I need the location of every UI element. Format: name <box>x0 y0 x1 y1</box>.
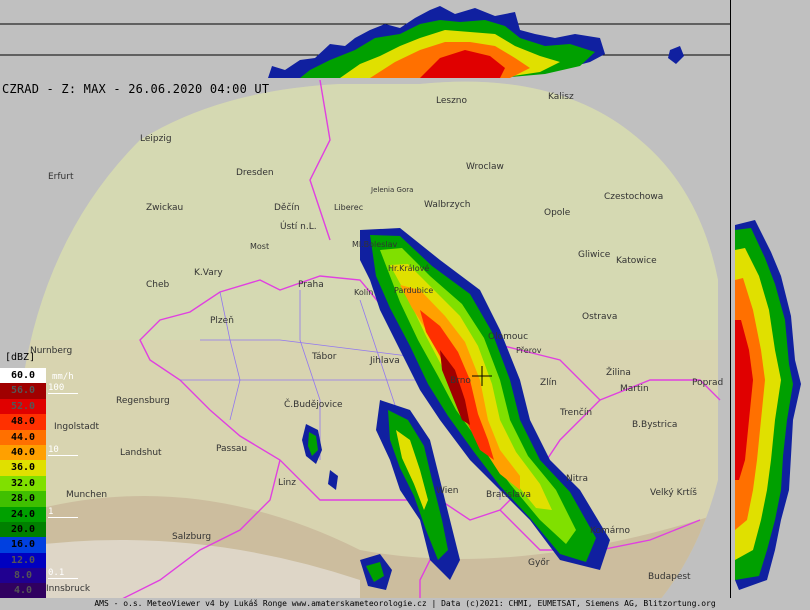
city-label: Praha <box>298 280 324 290</box>
city-label: Jelenia Gora <box>371 186 414 194</box>
legend-row: 16.0 <box>0 537 82 553</box>
legend-rate-label: 100 <box>48 383 78 395</box>
legend-row: 12.0 <box>0 552 82 569</box>
legend-rate-label: 0.1 <box>48 568 78 580</box>
legend-row: 36.0 <box>0 460 82 476</box>
legend-swatch: 16.0 <box>0 537 46 553</box>
city-label: Leipzig <box>140 134 172 144</box>
legend-swatch: 36.0 <box>0 460 46 476</box>
city-label: Zwickau <box>146 203 184 213</box>
city-label: Tábor <box>312 352 337 362</box>
city-label: Kolín <box>354 288 374 297</box>
city-label: Ústí n.L. <box>280 222 317 232</box>
corner-panel <box>730 0 810 81</box>
city-label: Salzburg <box>172 532 212 542</box>
legend-swatch: 8.0 <box>0 568 46 584</box>
legend-swatch: 44.0 <box>0 429 46 445</box>
legend-title: [dBZ] <box>5 352 36 363</box>
legend-row: 4.0 <box>0 583 82 599</box>
legend-swatch: 56.0 <box>0 383 46 399</box>
city-label: Erfurt <box>48 172 74 182</box>
legend-row: 24.0 1 <box>0 506 82 522</box>
city-label: Czestochowa <box>604 192 664 202</box>
city-label: Ml.Boleslav <box>352 240 398 249</box>
city-label: Leszno <box>436 96 468 106</box>
city-label: Martin <box>620 384 649 394</box>
city-label: Nitra <box>566 474 588 484</box>
city-label: Győr <box>528 558 550 568</box>
city-label: Komárno <box>590 526 630 536</box>
city-label: Wroclaw <box>466 162 504 172</box>
city-label: Kalisz <box>548 92 574 102</box>
legend-unit: mm/h <box>52 372 74 382</box>
city-label: Most <box>250 242 270 251</box>
city-label: Zlín <box>540 378 557 388</box>
legend-row: 44.0 <box>0 429 82 445</box>
city-label: K.Vary <box>194 268 223 278</box>
legend-swatch: 52.0 <box>0 398 46 415</box>
city-label: Bratislava <box>486 490 531 500</box>
right-profile-graphic <box>735 220 801 590</box>
city-label: Wien <box>436 486 459 496</box>
legend-swatch: 12.0 <box>0 552 46 569</box>
city-label: Walbrzych <box>424 200 471 210</box>
city-label: Přerov <box>516 346 542 355</box>
legend-rows: 60.0 56.0 100 52.0 48.0 44.0 40.0 10 36.0 32.0 28.… <box>0 368 82 599</box>
city-label: Passau <box>216 444 248 454</box>
city-label: Dresden <box>236 168 274 178</box>
city-label: Poprad <box>692 378 724 388</box>
legend-row: 8.0 0.1 <box>0 568 82 584</box>
legend-row: 52.0 <box>0 398 82 415</box>
city-label: Linz <box>278 478 296 488</box>
top-profile-graphic <box>0 6 730 78</box>
city-label: Děčín <box>274 203 300 213</box>
city-label: Pardubice <box>394 286 434 295</box>
city-label: Cheb <box>146 280 170 290</box>
footer-credits: AMS - o.s. MeteoViewer v4 by Lukáš Ronge… <box>0 598 810 610</box>
city-label: Regensburg <box>116 396 170 406</box>
map-title: CZRAD - Z: MAX - 26.06.2020 04:00 UT <box>2 82 270 96</box>
legend-swatch: 28.0 <box>0 491 46 507</box>
city-label: Gliwice <box>578 250 611 260</box>
city-label: B.Bystrica <box>632 420 678 430</box>
city-label: Liberec <box>334 203 364 212</box>
legend-row: 48.0 <box>0 414 82 430</box>
city-label: Opole <box>544 208 571 218</box>
top-vertical-profile <box>0 0 730 81</box>
city-label: Landshut <box>120 448 162 458</box>
city-label: Budapest <box>648 572 691 582</box>
city-label: Hr.Králové <box>388 264 430 273</box>
legend-row: 32.0 <box>0 475 82 492</box>
legend-swatch: 20.0 <box>0 521 46 538</box>
legend-row: 28.0 <box>0 491 82 507</box>
city-label: Olomouc <box>488 332 529 342</box>
legend-swatch: 24.0 <box>0 506 46 522</box>
city-label: Žilina <box>606 368 631 378</box>
city-label: Č.Budějovice <box>284 400 343 410</box>
legend-row: 20.0 <box>0 521 82 538</box>
legend-row: 56.0 100 <box>0 383 82 399</box>
legend-swatch: 4.0 <box>0 583 46 599</box>
city-label: Plzeň <box>210 316 234 326</box>
legend-rate-label: 10 <box>48 445 78 456</box>
dbz-legend: [dBZ] 60.0 56.0 100 52.0 48.0 44.0 40.0 10 36.0 3… <box>0 352 82 599</box>
legend-swatch: 48.0 <box>0 414 46 430</box>
city-label: Ostrava <box>582 312 618 322</box>
city-label: Velký Krtíš <box>650 488 697 498</box>
city-label: Brno <box>450 376 471 386</box>
radar-map <box>0 80 730 600</box>
legend-row: 40.0 10 <box>0 444 82 461</box>
city-label: Jihlava <box>370 356 400 366</box>
right-vertical-profile <box>730 80 810 600</box>
city-label: Katowice <box>616 256 657 266</box>
city-label: Trenčín <box>560 408 593 418</box>
legend-swatch: 40.0 <box>0 444 46 461</box>
radar-coverage <box>20 81 718 600</box>
map-graphic <box>20 80 721 600</box>
legend-swatch: 60.0 <box>0 368 46 384</box>
legend-swatch: 32.0 <box>0 475 46 492</box>
legend-rate-label: 1 <box>48 507 78 518</box>
